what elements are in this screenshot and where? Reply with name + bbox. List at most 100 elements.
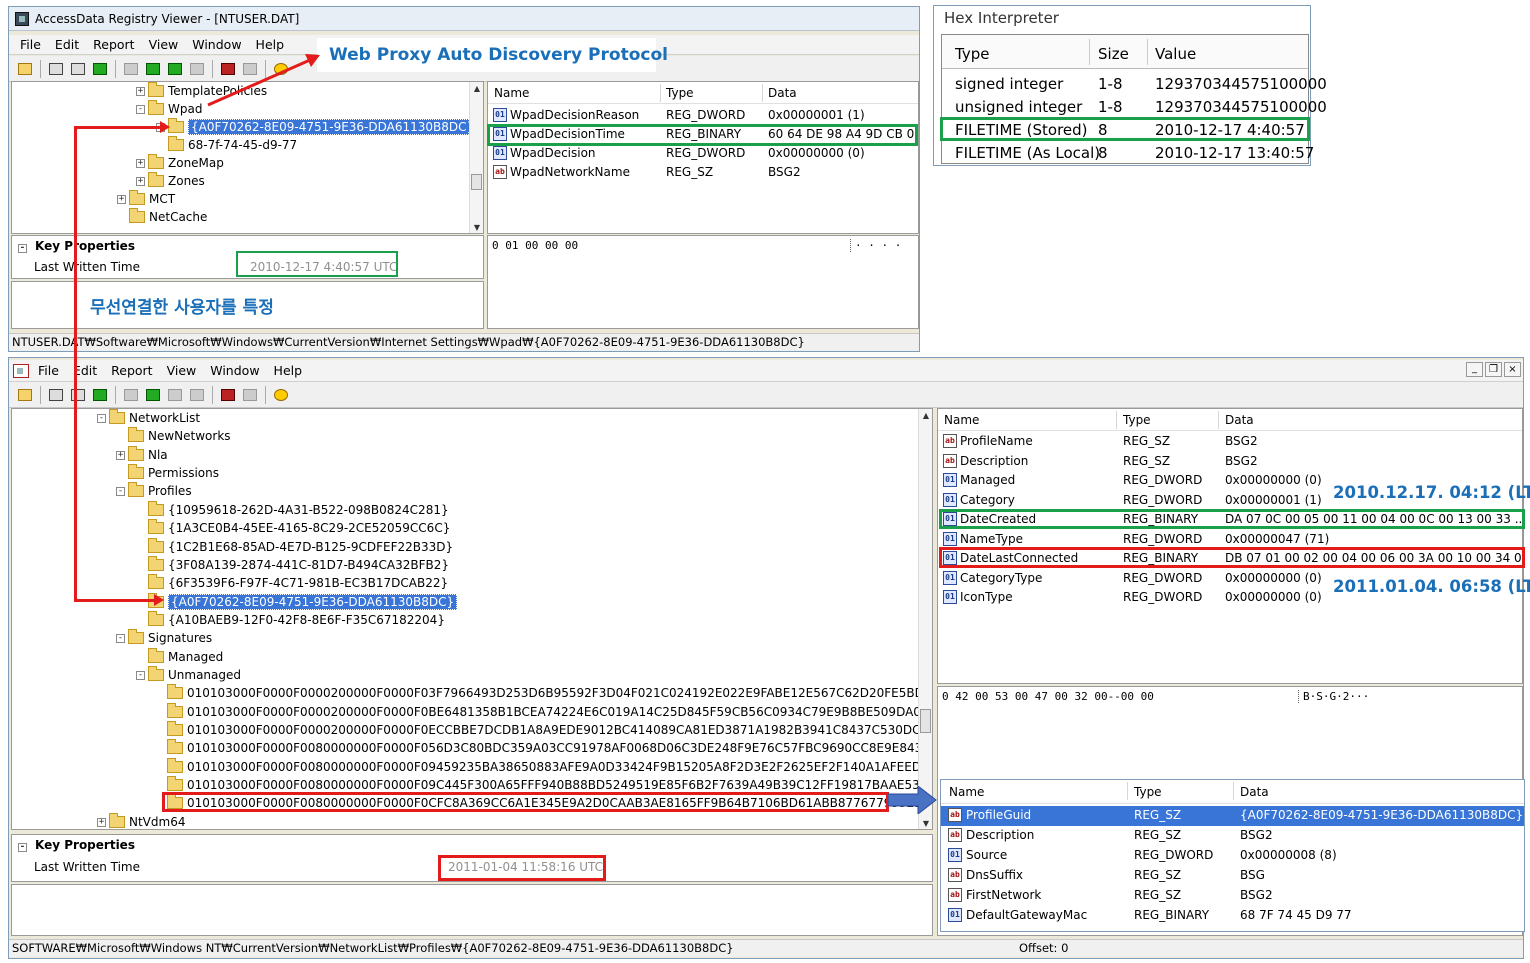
- bottom-tree-pane[interactable]: - NetworkList NewNetworks + Nla Permission…: [11, 408, 933, 830]
- close-button[interactable]: ×: [1504, 362, 1521, 377]
- bookmark-add-icon[interactable]: [165, 60, 185, 78]
- tree-item-wpad[interactable]: - Wpad: [136, 100, 202, 118]
- minimize-button[interactable]: _: [1466, 362, 1483, 377]
- tree-item-ntvdm64[interactable]: + NtVdm64: [97, 813, 185, 829]
- col-data[interactable]: Data: [1225, 413, 1254, 427]
- bottom-menu-window[interactable]: Window: [203, 363, 266, 378]
- value-row[interactable]: ab ProfileName REG_SZ BSG2: [938, 432, 1522, 451]
- col-name[interactable]: Name: [494, 86, 529, 100]
- top-values-pane[interactable]: Name Type Data 01 WpadDecisionReason REG_D…: [487, 81, 919, 234]
- report-icon[interactable]: [68, 386, 88, 404]
- bottom-values-pane[interactable]: Name Type Data ab ProfileName REG_SZ BSG2 a…: [937, 408, 1523, 684]
- value-row[interactable]: ab Description REG_SZ BSG2: [938, 452, 1522, 471]
- tree-item-profile-guid[interactable]: {10959618-262D-4A31-B522-098B0824C281}: [148, 501, 449, 519]
- col-data[interactable]: Data: [768, 86, 797, 100]
- open-folder-icon[interactable]: [15, 60, 35, 78]
- top-menu-report[interactable]: Report: [86, 37, 141, 52]
- expander-icon[interactable]: +: [136, 158, 145, 168]
- value-row[interactable]: ab WpadNetworkName REG_SZ BSG2: [488, 163, 918, 182]
- tree-item-signature[interactable]: 010103000F0000F0080000000F0000F056D3C80B…: [167, 739, 930, 757]
- tree-item-signature[interactable]: 010103000F0000F0000200000F0000F03F796649…: [167, 684, 924, 702]
- tree-item-unmanaged[interactable]: - Unmanaged: [136, 666, 241, 684]
- col-type[interactable]: Type: [1123, 413, 1151, 427]
- tree-item-mct[interactable]: + MCT: [117, 190, 175, 208]
- col-type[interactable]: Type: [1134, 785, 1162, 799]
- tree-item-zonemap[interactable]: + ZoneMap: [136, 154, 224, 172]
- open-folder-icon[interactable]: [15, 386, 35, 404]
- value-row[interactable]: ab DnsSuffix REG_SZ BSG: [941, 866, 1524, 886]
- value-row[interactable]: 01 Source REG_DWORD 0x00000008 (8): [941, 846, 1524, 866]
- bottom-menu-file[interactable]: File: [31, 363, 66, 378]
- expander-icon[interactable]: +: [97, 817, 106, 827]
- scroll-thumb[interactable]: [471, 174, 482, 190]
- expander-icon[interactable]: -: [136, 104, 145, 114]
- tree-item-wpad-guid[interactable]: +{A0F70262-8E09-4751-9E36-DDA61130B8DC}: [156, 118, 478, 136]
- value-row[interactable]: 01 WpadDecisionReason REG_DWORD 0x00000001 …: [488, 106, 918, 125]
- tree-item-profiles[interactable]: - Profiles: [116, 482, 192, 500]
- col-type[interactable]: Type: [666, 86, 694, 100]
- tree-item-nla[interactable]: + Nla: [116, 446, 168, 464]
- tree-item-signature[interactable]: 010103000F0000F0080000000F0000F09459235B…: [167, 758, 921, 776]
- signature-values-window[interactable]: Name Type Data ab ProfileGuid REG_SZ {A0F70…: [940, 779, 1525, 932]
- value-row[interactable]: ab Description REG_SZ BSG2: [941, 826, 1524, 846]
- expander-icon[interactable]: -: [116, 486, 125, 496]
- scroll-down-icon[interactable]: ▼: [919, 817, 932, 829]
- report-icon[interactable]: [68, 60, 88, 78]
- collapse-icon[interactable]: -: [18, 244, 27, 253]
- expander-icon[interactable]: +: [116, 450, 125, 460]
- scroll-up-icon[interactable]: ▲: [919, 409, 932, 423]
- tree-item-netcache[interactable]: NetCache: [129, 208, 207, 226]
- export-icon[interactable]: [121, 60, 141, 78]
- tree-item-profile-guid[interactable]: {3F08A139-2874-441C-81D7-B494CA32BFB2}: [148, 556, 449, 574]
- expander-icon[interactable]: -: [136, 670, 145, 680]
- col-data[interactable]: Data: [1240, 785, 1269, 799]
- expander-icon[interactable]: +: [136, 86, 145, 96]
- help-icon[interactable]: [271, 386, 291, 404]
- tree-item-signature[interactable]: 010103000F0000F0000200000F0000F0BE648135…: [167, 703, 929, 721]
- bottom-menu-view[interactable]: View: [160, 363, 204, 378]
- bottom-tree-scrollbar[interactable]: ▲ ▼: [918, 409, 932, 829]
- tree-item-profile-guid[interactable]: {1C2B1E68-85AD-4E7D-B125-9CDFEF22B33D}: [148, 538, 453, 556]
- expander-icon[interactable]: +: [136, 176, 145, 186]
- bookmark-icon[interactable]: [143, 386, 163, 404]
- bottom-menu-report[interactable]: Report: [104, 363, 159, 378]
- tree-item-profile-guid[interactable]: {6F3539F6-F97F-4C71-981B-EC3B17DCAB22}: [148, 574, 448, 592]
- expander-icon[interactable]: -: [97, 413, 106, 423]
- bookmark-remove-icon[interactable]: [187, 60, 207, 78]
- tree-item-signatures[interactable]: - Signatures: [116, 629, 212, 647]
- restore-button[interactable]: ❐: [1485, 362, 1502, 377]
- tree-item-managed[interactable]: Managed: [148, 648, 223, 666]
- scroll-down-icon[interactable]: ▼: [470, 221, 483, 233]
- tree-item-profile-guid[interactable]: {1A3CE0B4-45EE-4165-8C29-2CE52059CC6C}: [148, 519, 450, 537]
- key-properties-title[interactable]: - Key Properties: [18, 838, 135, 852]
- expander-icon[interactable]: +: [117, 194, 126, 204]
- tree-item-zones[interactable]: + Zones: [136, 172, 205, 190]
- value-row[interactable]: ab FirstNetwork REG_SZ BSG2: [941, 886, 1524, 906]
- find-next-icon[interactable]: [240, 386, 260, 404]
- bottom-menu-edit[interactable]: Edit: [66, 363, 104, 378]
- value-row-selected[interactable]: ab ProfileGuid REG_SZ {A0F70262-8E09-4751-9…: [941, 806, 1524, 826]
- value-row[interactable]: 01 WpadDecision REG_DWORD 0x00000000 (0): [488, 144, 918, 163]
- top-menu-edit[interactable]: Edit: [48, 37, 86, 52]
- top-tree-scrollbar[interactable]: ▲ ▼: [469, 82, 483, 233]
- tree-item-profile-guid[interactable]: {A10BAEB9-12F0-42F8-8E6F-F35C67182204}: [148, 611, 445, 629]
- tree-item-signature[interactable]: 010103000F0000F0000200000F0000F0ECCBBE7D…: [167, 721, 932, 739]
- tree-item-profile-guid-selected[interactable]: {A0F70262-8E09-4751-9E36-DDA61130B8DC}: [148, 593, 458, 611]
- print-icon[interactable]: [46, 60, 66, 78]
- scroll-thumb[interactable]: [920, 709, 931, 733]
- collapse-icon[interactable]: -: [18, 843, 27, 852]
- tree-item-networklist[interactable]: - NetworkList: [97, 409, 200, 427]
- expander-icon[interactable]: -: [116, 633, 125, 643]
- col-name[interactable]: Name: [949, 785, 984, 799]
- bookmark-add-icon[interactable]: [165, 386, 185, 404]
- top-menu-file[interactable]: File: [13, 37, 48, 52]
- value-row[interactable]: 01 DefaultGatewayMac REG_BINARY 68 7F 74 45…: [941, 906, 1524, 926]
- connect-icon[interactable]: [90, 60, 110, 78]
- connect-icon[interactable]: [90, 386, 110, 404]
- scroll-up-icon[interactable]: ▲: [470, 82, 483, 96]
- top-hex-pane[interactable]: 0 01 00 00 00 · · · ·: [487, 235, 919, 329]
- tree-item-wpad-mac[interactable]: 68-7f-74-45-d9-77: [168, 136, 297, 154]
- tree-item-permissions[interactable]: Permissions: [128, 464, 219, 482]
- bookmark-icon[interactable]: [143, 60, 163, 78]
- col-name[interactable]: Name: [944, 413, 979, 427]
